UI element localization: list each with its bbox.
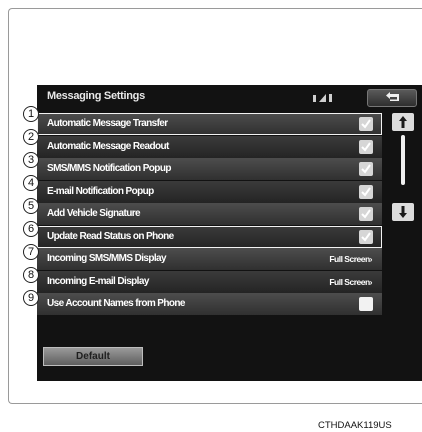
setting-label: Add Vehicle Signature	[47, 208, 141, 219]
setting-value: Full Screen›	[329, 276, 372, 287]
signal-strength-icon	[319, 94, 326, 102]
checkbox[interactable]	[359, 184, 373, 199]
setting-add-vehicle-signature[interactable]: Add Vehicle Signature	[37, 203, 382, 225]
check-icon	[361, 231, 371, 242]
callout-9: 9	[23, 290, 39, 306]
back-button[interactable]	[367, 89, 417, 107]
default-button[interactable]: Default	[43, 347, 143, 366]
figure-code: CTHDAAK119US	[318, 420, 392, 431]
battery-icon	[329, 94, 332, 102]
callout-5: 5	[23, 198, 39, 214]
checkbox[interactable]	[359, 117, 373, 131]
setting-email-notification-popup[interactable]: E-mail Notification Popup	[37, 180, 382, 203]
bluetooth-icon	[313, 95, 316, 102]
callout-4: 4	[23, 175, 39, 191]
setting-automatic-message-readout[interactable]: Automatic Message Readout	[37, 135, 382, 158]
settings-list: Automatic Message Transfer Automatic Mes…	[37, 113, 382, 316]
setting-incoming-sms-mms-display[interactable]: Incoming SMS/MMS Display Full Screen›	[37, 248, 382, 270]
check-icon	[361, 141, 371, 152]
arrow-down-icon	[399, 206, 407, 218]
screen-header: Messaging Settings	[37, 85, 422, 111]
callout-7: 7	[23, 244, 39, 260]
scroll-track[interactable]	[401, 135, 405, 185]
check-icon	[361, 164, 371, 174]
setting-update-read-status[interactable]: Update Read Status on Phone	[37, 225, 382, 248]
callout-2: 2	[23, 129, 39, 145]
page-title: Messaging Settings	[47, 90, 145, 102]
setting-use-account-names[interactable]: Use Account Names from Phone	[37, 293, 382, 315]
setting-label: SMS/MMS Notification Popup	[47, 163, 171, 174]
setting-label: E-mail Notification Popup	[47, 185, 154, 197]
setting-label: Use Account Names from Phone	[47, 298, 185, 309]
setting-value: Full Screen›	[329, 254, 372, 264]
callout-8: 8	[23, 267, 39, 283]
back-arrow-icon	[386, 92, 399, 101]
setting-label: Automatic Message Readout	[47, 140, 169, 152]
callout-6: 6	[23, 221, 39, 237]
setting-label: Incoming E-mail Display	[47, 275, 149, 287]
check-icon	[361, 119, 371, 129]
callout-3: 3	[23, 152, 39, 168]
status-icons	[313, 94, 332, 102]
callout-1: 1	[23, 106, 39, 122]
setting-automatic-message-transfer[interactable]: Automatic Message Transfer	[37, 113, 382, 135]
setting-label: Automatic Message Transfer	[47, 118, 168, 129]
setting-label: Update Read Status on Phone	[47, 230, 174, 242]
setting-incoming-email-display[interactable]: Incoming E-mail Display Full Screen›	[37, 270, 382, 293]
arrow-up-icon	[399, 116, 407, 128]
scroll-down-button[interactable]	[392, 203, 414, 221]
check-icon	[361, 186, 371, 197]
scrollbar[interactable]	[389, 113, 419, 233]
checkbox[interactable]	[359, 162, 373, 176]
setting-label: Incoming SMS/MMS Display	[47, 253, 167, 264]
checkbox[interactable]	[359, 297, 373, 311]
checkbox[interactable]	[359, 229, 373, 244]
messaging-settings-screen: Messaging Settings Automatic Message Tra…	[37, 85, 422, 381]
setting-sms-mms-notification-popup[interactable]: SMS/MMS Notification Popup	[37, 158, 382, 180]
scroll-up-button[interactable]	[392, 113, 414, 131]
checkbox[interactable]	[359, 207, 373, 221]
check-icon	[361, 209, 371, 219]
checkbox[interactable]	[359, 139, 373, 154]
